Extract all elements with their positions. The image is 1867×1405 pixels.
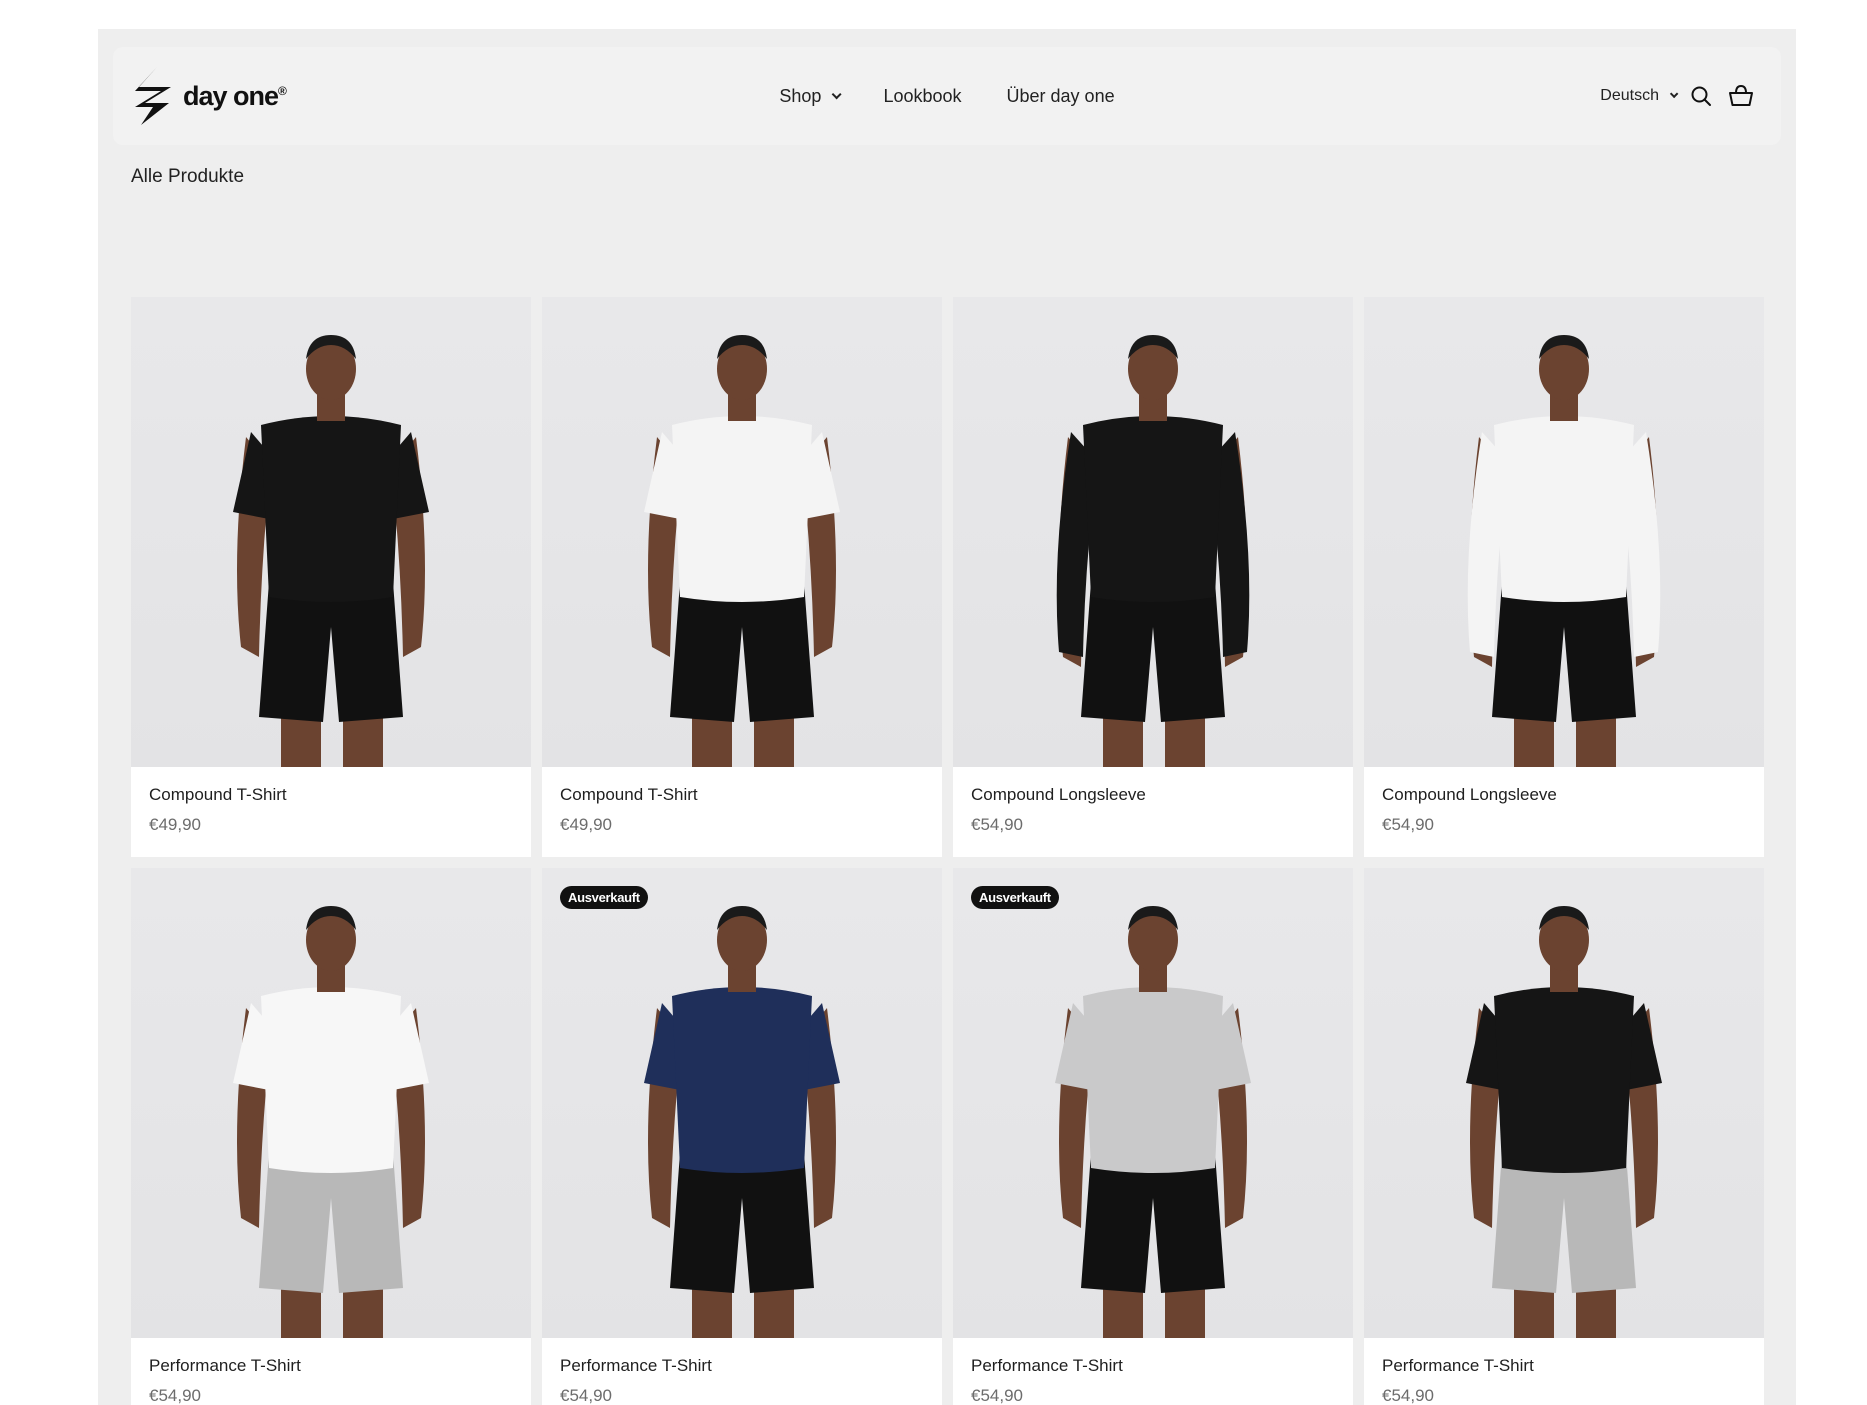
language-selector[interactable]: Deutsch — [1600, 87, 1679, 105]
product-price: €49,90 — [149, 815, 201, 834]
product-info: Performance T-Shirt €54,90 — [560, 1356, 712, 1405]
brand-logo[interactable]: day one® — [131, 65, 287, 127]
model-photo — [1056, 335, 1250, 767]
product-image[interactable] — [1364, 297, 1764, 767]
product-price: €54,90 — [1382, 1386, 1434, 1405]
model-photo — [644, 335, 840, 767]
model-photo — [1467, 335, 1661, 767]
product-title[interactable]: Performance T-Shirt — [1382, 1356, 1534, 1376]
product-title[interactable]: Compound T-Shirt — [149, 785, 287, 805]
chevron-down-icon — [1669, 89, 1679, 99]
product-card[interactable]: Compound T-Shirt €49,90 — [542, 297, 942, 857]
model-photo — [644, 906, 840, 1338]
product-info: Performance T-Shirt €54,90 — [971, 1356, 1123, 1405]
product-card[interactable]: Compound Longsleeve €54,90 — [1364, 297, 1764, 857]
product-price: €54,90 — [971, 1386, 1023, 1405]
chevron-down-icon — [832, 88, 843, 99]
product-image[interactable] — [131, 297, 531, 767]
product-card[interactable]: Performance T-Shirt €54,90 — [131, 868, 531, 1405]
cart-button[interactable] — [1727, 82, 1755, 110]
product-price: €54,90 — [560, 1386, 612, 1405]
product-title[interactable]: Performance T-Shirt — [971, 1356, 1123, 1376]
nav-about[interactable]: Über day one — [1007, 86, 1115, 107]
product-image[interactable] — [131, 868, 531, 1338]
nav-shop-label: Shop — [779, 85, 822, 106]
product-info: Performance T-Shirt €54,90 — [1382, 1356, 1534, 1405]
model-photo — [233, 906, 429, 1338]
product-title[interactable]: Compound Longsleeve — [971, 785, 1146, 805]
search-button[interactable] — [1687, 82, 1715, 110]
product-price: €49,90 — [560, 815, 612, 834]
product-image[interactable] — [1364, 868, 1764, 1338]
header-utilities: Deutsch — [1600, 47, 1755, 145]
product-image[interactable]: Ausverkauft — [542, 868, 942, 1338]
product-title[interactable]: Performance T-Shirt — [560, 1356, 712, 1376]
model-photo — [1055, 906, 1251, 1338]
language-label: Deutsch — [1600, 87, 1659, 104]
product-card[interactable]: Ausverkauft Performance T-Shirt €54,90 — [953, 868, 1353, 1405]
nav-lookbook-label: Lookbook — [883, 85, 962, 106]
main-nav: Shop Lookbook Über day one — [113, 47, 1781, 145]
site-header: day one® Shop Lookbook Über day one Deut… — [113, 47, 1781, 145]
product-image[interactable] — [542, 297, 942, 767]
product-grid: Compound T-Shirt €49,90 Compound T-Shirt €4… — [131, 297, 1764, 1405]
search-icon — [1691, 86, 1711, 106]
product-info: Compound T-Shirt €49,90 — [560, 785, 698, 835]
product-title[interactable]: Compound Longsleeve — [1382, 785, 1557, 805]
product-card[interactable]: Compound Longsleeve €54,90 — [953, 297, 1353, 857]
product-image[interactable] — [953, 297, 1353, 767]
product-info: Compound T-Shirt €49,90 — [149, 785, 287, 835]
page-title: Alle Produkte — [131, 166, 245, 187]
product-card[interactable]: Ausverkauft Performance T-Shirt €54,90 — [542, 868, 942, 1405]
product-price: €54,90 — [971, 815, 1023, 834]
product-price: €54,90 — [149, 1386, 201, 1405]
product-info: Compound Longsleeve €54,90 — [1382, 785, 1557, 835]
product-info: Performance T-Shirt €54,90 — [149, 1356, 301, 1405]
model-photo — [233, 335, 429, 767]
product-title[interactable]: Compound T-Shirt — [560, 785, 698, 805]
basket-icon — [1729, 84, 1753, 106]
logo-mark-icon — [135, 67, 171, 125]
nav-about-label: Über day one — [1006, 85, 1115, 106]
brand-name: day one® — [183, 80, 287, 111]
product-info: Compound Longsleeve €54,90 — [971, 785, 1146, 835]
sold-out-badge: Ausverkauft — [560, 886, 648, 909]
product-image[interactable]: Ausverkauft — [953, 868, 1353, 1338]
model-photo — [1466, 906, 1662, 1338]
nav-shop[interactable]: Shop — [779, 85, 843, 107]
product-card[interactable]: Compound T-Shirt €49,90 — [131, 297, 531, 857]
nav-lookbook[interactable]: Lookbook — [883, 86, 961, 107]
product-title[interactable]: Performance T-Shirt — [149, 1356, 301, 1376]
sold-out-badge: Ausverkauft — [971, 886, 1059, 909]
product-price: €54,90 — [1382, 815, 1434, 834]
page: day one® Shop Lookbook Über day one Deut… — [98, 29, 1796, 1405]
product-card[interactable]: Performance T-Shirt €54,90 — [1364, 868, 1764, 1405]
